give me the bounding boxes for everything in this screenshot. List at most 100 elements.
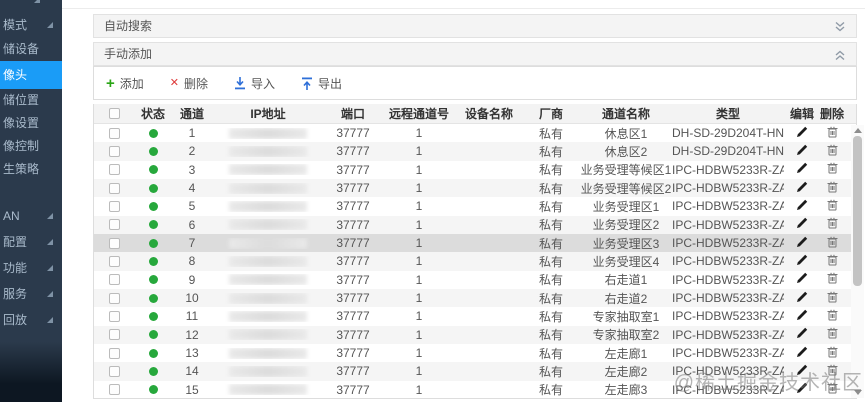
row-checkbox[interactable] (108, 164, 120, 176)
delete-trash-icon[interactable] (827, 236, 838, 248)
table-row[interactable]: 8 37777 1 私有 业务受理区4 IPC-HDBW5233R-ZAS (94, 252, 856, 271)
vendor-cell: 私有 (538, 126, 563, 141)
type-cell: IPC-HDBW5233R-ZAS (672, 254, 784, 269)
remote-channel-cell: 1 (415, 291, 423, 306)
table-row[interactable]: 2 37777 1 私有 休息区2 DH-SD-29D204T-HNG-WD (94, 142, 856, 161)
scroll-up-arrow-icon[interactable] (854, 128, 862, 133)
sidebar-item-mode[interactable]: 模式 (0, 12, 62, 38)
sidebar-item-wan[interactable]: AN (0, 203, 62, 229)
add-button[interactable]: + 添加 (106, 75, 144, 92)
edit-pencil-icon[interactable] (796, 309, 808, 321)
table-row[interactable]: 12 37777 1 私有 专家抽取室2 IPC-HDBW5233R-ZAS (94, 325, 856, 344)
status-online-dot (148, 366, 158, 376)
row-checkbox[interactable] (108, 127, 120, 139)
row-checkbox[interactable] (108, 274, 120, 286)
delete-trash-icon[interactable] (827, 346, 838, 358)
sidebar-item-label: 功能 (3, 261, 28, 275)
type-cell: IPC-HDBW5233R-ZAS (672, 199, 784, 214)
vendor-cell: 私有 (538, 328, 563, 343)
table-row[interactable]: 6 37777 1 私有 业务受理区2 IPC-HDBW5233R-ZAS (94, 215, 856, 234)
import-button[interactable]: 导入 (234, 75, 275, 92)
delete-trash-icon[interactable] (827, 291, 838, 303)
edit-pencil-icon[interactable] (796, 199, 808, 211)
sidebar-item-storage-device[interactable]: 储设备 (0, 38, 62, 61)
export-button[interactable]: 导出 (301, 75, 342, 92)
row-checkbox[interactable] (108, 237, 120, 249)
delete-trash-icon[interactable] (827, 272, 838, 284)
row-checkbox[interactable] (108, 182, 120, 194)
sidebar-item-config[interactable]: 配置 (0, 229, 62, 255)
row-checkbox[interactable] (108, 200, 120, 212)
row-checkbox[interactable] (108, 219, 120, 231)
edit-pencil-icon[interactable] (796, 346, 808, 358)
channel-cell: 4 (188, 181, 196, 196)
vendor-cell: 私有 (538, 291, 563, 306)
table-scrollbar[interactable] (851, 125, 864, 398)
table-row[interactable]: 10 37777 1 私有 右走道2 IPC-HDBW5233R-ZAS (94, 288, 856, 308)
header-port: 端口 (340, 107, 365, 121)
table-row[interactable]: 1 37777 1 私有 休息区1 DH-SD-29D204T-HNG-WD (94, 124, 856, 142)
auto-search-panel-header[interactable]: 自动搜索 (93, 14, 857, 38)
type-cell: DH-SD-29D204T-HNG-WD (672, 144, 784, 159)
delete-trash-icon[interactable] (827, 126, 838, 138)
sidebar-item-storage-location[interactable]: 储位置 (0, 89, 62, 112)
edit-pencil-icon[interactable] (796, 291, 808, 303)
row-checkbox[interactable] (108, 365, 120, 377)
delete-trash-icon[interactable] (827, 217, 838, 229)
sidebar-item-service[interactable]: 服务 (0, 281, 62, 307)
port-cell: 37777 (336, 236, 370, 251)
edit-pencil-icon[interactable] (796, 126, 808, 138)
delete-trash-icon[interactable] (827, 364, 838, 376)
edit-pencil-icon[interactable] (796, 382, 808, 394)
sidebar-item-policy[interactable]: 生策略 (0, 158, 62, 181)
channel-cell: 6 (188, 217, 196, 232)
select-all-checkbox[interactable] (108, 108, 120, 119)
delete-trash-icon[interactable] (827, 181, 838, 193)
edit-pencil-icon[interactable] (796, 327, 808, 339)
remote-channel-cell: 1 (415, 126, 423, 141)
delete-trash-icon[interactable] (827, 327, 838, 339)
sidebar-item-image-settings[interactable]: 像设置 (0, 112, 62, 135)
delete-trash-icon[interactable] (827, 254, 838, 266)
table-row[interactable]: 14 37777 1 私有 左走廊2 IPC-HDBW5233R-ZAS (94, 362, 856, 381)
delete-button[interactable]: ✕ 删除 (170, 75, 208, 92)
edit-pencil-icon[interactable] (796, 236, 808, 248)
table-row[interactable]: 9 37777 1 私有 右走道1 IPC-HDBW5233R-ZAS (94, 271, 856, 289)
sidebar-item-image-control[interactable]: 像控制 (0, 135, 62, 158)
sidebar-item-camera[interactable]: 像头 (0, 61, 62, 89)
scroll-down-arrow-icon[interactable] (854, 390, 862, 395)
table-row[interactable]: 7 37777 1 私有 业务受理区3 IPC-HDBW5233R-ZAS (94, 233, 856, 253)
edit-pencil-icon[interactable] (796, 254, 808, 266)
delete-trash-icon[interactable] (827, 309, 838, 321)
table-row[interactable]: 4 37777 1 私有 业务受理等候区2 IPC-HDBW5233R-ZAS (94, 178, 856, 198)
table-row[interactable]: 3 37777 1 私有 业务受理等候区1 IPC-HDBW5233R-ZAS (94, 161, 856, 179)
edit-pencil-icon[interactable] (796, 217, 808, 229)
row-checkbox[interactable] (108, 255, 120, 267)
sidebar-item-function[interactable]: 功能 (0, 255, 62, 281)
delete-trash-icon[interactable] (827, 162, 838, 174)
sidebar-item-playback[interactable]: 回放 (0, 307, 62, 333)
delete-trash-icon[interactable] (827, 382, 838, 394)
table-row[interactable]: 5 37777 1 私有 业务受理区1 IPC-HDBW5233R-ZAS (94, 197, 856, 215)
edit-pencil-icon[interactable] (796, 144, 808, 156)
row-checkbox[interactable] (108, 347, 120, 359)
manual-add-panel-header[interactable]: 手动添加 (93, 42, 857, 66)
row-checkbox[interactable] (108, 145, 120, 157)
ip-cell (212, 384, 324, 396)
table-row[interactable]: 13 37777 1 私有 左走廊1 IPC-HDBW5233R-ZAS (94, 344, 856, 362)
row-checkbox[interactable] (108, 329, 120, 341)
row-checkbox[interactable] (108, 384, 120, 396)
edit-pencil-icon[interactable] (796, 162, 808, 174)
ip-cell (212, 292, 324, 304)
scrollbar-thumb[interactable] (853, 136, 862, 286)
channel-cell: 12 (185, 327, 199, 342)
row-checkbox[interactable] (108, 310, 120, 322)
edit-pencil-icon[interactable] (796, 364, 808, 376)
edit-pencil-icon[interactable] (796, 181, 808, 193)
row-checkbox[interactable] (108, 292, 120, 304)
table-row[interactable]: 15 37777 1 私有 左走廊3 IPC-HDBW5233R-ZAS (94, 381, 856, 398)
edit-pencil-icon[interactable] (796, 272, 808, 284)
table-row[interactable]: 11 37777 1 私有 专家抽取室1 IPC-HDBW5233R-ZAS (94, 307, 856, 325)
delete-trash-icon[interactable] (827, 144, 838, 156)
delete-trash-icon[interactable] (827, 199, 838, 211)
